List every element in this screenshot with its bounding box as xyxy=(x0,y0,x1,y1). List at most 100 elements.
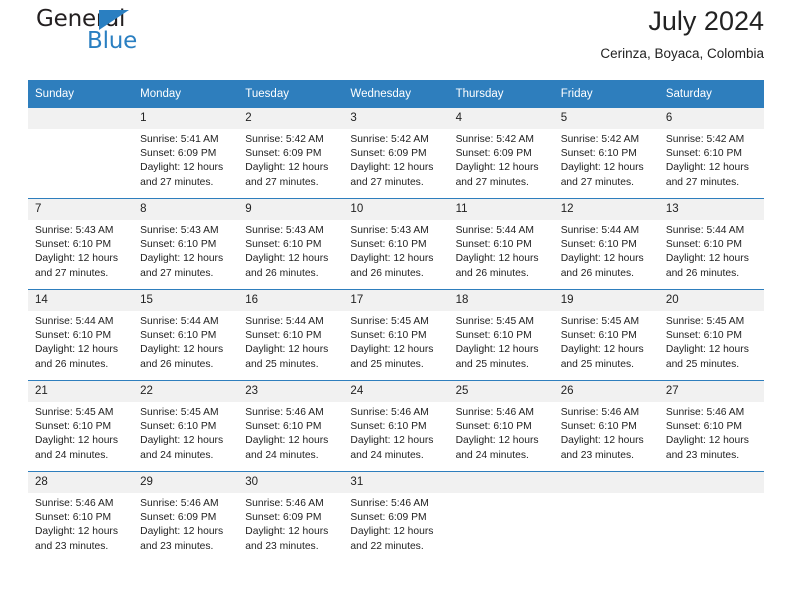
sunset-text: Sunset: 6:10 PM xyxy=(665,330,742,342)
day-number: 25 xyxy=(448,381,554,402)
day-cell[interactable]: 2 Sunrise: 5:42 AM Sunset: 6:09 PM Dayli… xyxy=(238,108,344,199)
day-cell[interactable]: 18 Sunrise: 5:45 AM Sunset: 6:10 PM Dayl… xyxy=(448,289,554,381)
day-number: 27 xyxy=(658,381,764,402)
sunset-text: Sunset: 6:10 PM xyxy=(560,421,637,433)
day-cell[interactable]: 25 Sunrise: 5:46 AM Sunset: 6:10 PM Dayl… xyxy=(448,380,554,472)
day-cell[interactable]: 11 Sunrise: 5:44 AM Sunset: 6:10 PM Dayl… xyxy=(448,198,554,290)
day-number: 1 xyxy=(133,108,239,129)
sunset-text: Sunset: 6:10 PM xyxy=(245,239,322,251)
day-number: 28 xyxy=(28,472,134,493)
daylight-text-line1: Daylight: 12 hours xyxy=(560,162,644,174)
day-cell[interactable]: 9 Sunrise: 5:43 AM Sunset: 6:10 PM Dayli… xyxy=(238,198,344,290)
day-details: Sunrise: 5:45 AM Sunset: 6:10 PM Dayligh… xyxy=(343,311,448,372)
day-cell[interactable]: 16 Sunrise: 5:44 AM Sunset: 6:10 PM Dayl… xyxy=(238,289,344,381)
day-cell[interactable]: 5 Sunrise: 5:42 AM Sunset: 6:10 PM Dayli… xyxy=(553,108,659,199)
day-number: 9 xyxy=(238,199,344,220)
day-number: 6 xyxy=(658,108,764,129)
day-cell[interactable]: 10 Sunrise: 5:43 AM Sunset: 6:10 PM Dayl… xyxy=(343,198,449,290)
day-cell[interactable]: 7 Sunrise: 5:43 AM Sunset: 6:10 PM Dayli… xyxy=(28,198,134,290)
sunset-text: Sunset: 6:09 PM xyxy=(455,148,532,160)
day-details: Sunrise: 5:46 AM Sunset: 6:09 PM Dayligh… xyxy=(343,493,448,554)
sunset-text: Sunset: 6:09 PM xyxy=(245,512,322,524)
daylight-text-line2: and 23 minutes. xyxy=(245,540,319,552)
day-details: Sunrise: 5:44 AM Sunset: 6:10 PM Dayligh… xyxy=(238,311,343,372)
sunrise-text: Sunrise: 5:45 AM xyxy=(140,407,219,418)
daylight-text-line2: and 22 minutes. xyxy=(350,540,424,552)
day-details: Sunrise: 5:44 AM Sunset: 6:10 PM Dayligh… xyxy=(659,220,764,281)
day-cell[interactable]: 28 Sunrise: 5:46 AM Sunset: 6:10 PM Dayl… xyxy=(28,471,134,562)
day-cell[interactable]: 17 Sunrise: 5:45 AM Sunset: 6:10 PM Dayl… xyxy=(343,289,449,381)
day-cell[interactable]: 27 Sunrise: 5:46 AM Sunset: 6:10 PM Dayl… xyxy=(658,380,764,472)
daylight-text-line2: and 26 minutes. xyxy=(140,358,214,370)
sunrise-text: Sunrise: 5:46 AM xyxy=(350,407,429,418)
page-title: July 2024 xyxy=(648,6,764,36)
daylight-text-line1: Daylight: 12 hours xyxy=(560,344,644,356)
sunset-text: Sunset: 6:10 PM xyxy=(350,421,427,433)
day-cell[interactable] xyxy=(28,108,134,199)
day-number xyxy=(28,108,134,129)
daylight-text-line1: Daylight: 12 hours xyxy=(665,253,749,265)
day-cell[interactable]: 26 Sunrise: 5:46 AM Sunset: 6:10 PM Dayl… xyxy=(553,380,659,472)
day-number xyxy=(553,472,659,493)
day-number xyxy=(448,472,554,493)
daylight-text-line1: Daylight: 12 hours xyxy=(350,344,434,356)
sunset-text: Sunset: 6:10 PM xyxy=(35,421,112,433)
day-cell[interactable]: 14 Sunrise: 5:44 AM Sunset: 6:10 PM Dayl… xyxy=(28,289,134,381)
day-number: 21 xyxy=(28,381,134,402)
day-number: 13 xyxy=(658,199,764,220)
sunrise-text: Sunrise: 5:42 AM xyxy=(455,134,534,145)
day-cell[interactable]: 8 Sunrise: 5:43 AM Sunset: 6:10 PM Dayli… xyxy=(133,198,239,290)
daylight-text-line1: Daylight: 12 hours xyxy=(245,435,329,447)
daylight-text-line2: and 24 minutes. xyxy=(140,449,214,461)
day-number: 20 xyxy=(658,290,764,311)
calendar-week-row: 21 Sunrise: 5:45 AM Sunset: 6:10 PM Dayl… xyxy=(28,380,764,472)
day-cell[interactable]: 24 Sunrise: 5:46 AM Sunset: 6:10 PM Dayl… xyxy=(343,380,449,472)
day-details xyxy=(554,493,659,497)
day-cell[interactable]: 3 Sunrise: 5:42 AM Sunset: 6:09 PM Dayli… xyxy=(343,108,449,199)
sunset-text: Sunset: 6:09 PM xyxy=(350,512,427,524)
day-cell[interactable]: 13 Sunrise: 5:44 AM Sunset: 6:10 PM Dayl… xyxy=(658,198,764,290)
day-number: 7 xyxy=(28,199,134,220)
day-cell[interactable]: 15 Sunrise: 5:44 AM Sunset: 6:10 PM Dayl… xyxy=(133,289,239,381)
day-details: Sunrise: 5:43 AM Sunset: 6:10 PM Dayligh… xyxy=(133,220,238,281)
day-number: 16 xyxy=(238,290,344,311)
sunrise-text: Sunrise: 5:42 AM xyxy=(350,134,429,145)
daylight-text-line2: and 27 minutes. xyxy=(140,176,214,188)
day-cell[interactable] xyxy=(448,471,554,562)
sunset-text: Sunset: 6:10 PM xyxy=(245,421,322,433)
logo-text-blue: Blue xyxy=(87,28,138,54)
day-cell[interactable]: 12 Sunrise: 5:44 AM Sunset: 6:10 PM Dayl… xyxy=(553,198,659,290)
daylight-text-line2: and 26 minutes. xyxy=(35,358,109,370)
sunrise-text: Sunrise: 5:45 AM xyxy=(350,316,429,327)
daylight-text-line1: Daylight: 12 hours xyxy=(455,162,539,174)
day-cell[interactable]: 19 Sunrise: 5:45 AM Sunset: 6:10 PM Dayl… xyxy=(553,289,659,381)
day-cell[interactable]: 4 Sunrise: 5:42 AM Sunset: 6:09 PM Dayli… xyxy=(448,108,554,199)
general-blue-logo[interactable]: General Blue xyxy=(28,4,248,60)
day-details: Sunrise: 5:41 AM Sunset: 6:09 PM Dayligh… xyxy=(133,129,238,190)
day-cell[interactable]: 31 Sunrise: 5:46 AM Sunset: 6:09 PM Dayl… xyxy=(343,471,449,562)
sunrise-text: Sunrise: 5:46 AM xyxy=(245,498,324,509)
daylight-text-line2: and 23 minutes. xyxy=(35,540,109,552)
day-cell[interactable]: 20 Sunrise: 5:45 AM Sunset: 6:10 PM Dayl… xyxy=(658,289,764,381)
daylight-text-line2: and 24 minutes. xyxy=(35,449,109,461)
sunset-text: Sunset: 6:10 PM xyxy=(35,330,112,342)
daylight-text-line1: Daylight: 12 hours xyxy=(245,526,329,538)
daylight-text-line1: Daylight: 12 hours xyxy=(665,435,749,447)
day-cell[interactable]: 6 Sunrise: 5:42 AM Sunset: 6:10 PM Dayli… xyxy=(658,108,764,199)
day-details xyxy=(659,493,764,497)
day-cell[interactable]: 22 Sunrise: 5:45 AM Sunset: 6:10 PM Dayl… xyxy=(133,380,239,472)
day-cell[interactable] xyxy=(553,471,659,562)
day-number: 3 xyxy=(343,108,449,129)
day-cell[interactable]: 21 Sunrise: 5:45 AM Sunset: 6:10 PM Dayl… xyxy=(28,380,134,472)
day-cell[interactable]: 23 Sunrise: 5:46 AM Sunset: 6:10 PM Dayl… xyxy=(238,380,344,472)
daylight-text-line2: and 26 minutes. xyxy=(560,267,634,279)
day-cell[interactable]: 1 Sunrise: 5:41 AM Sunset: 6:09 PM Dayli… xyxy=(133,108,239,199)
day-cell[interactable]: 29 Sunrise: 5:46 AM Sunset: 6:09 PM Dayl… xyxy=(133,471,239,562)
daylight-text-line1: Daylight: 12 hours xyxy=(35,435,118,447)
sunset-text: Sunset: 6:10 PM xyxy=(455,330,532,342)
day-details: Sunrise: 5:43 AM Sunset: 6:10 PM Dayligh… xyxy=(28,220,133,281)
day-number: 19 xyxy=(553,290,659,311)
day-cell[interactable]: 30 Sunrise: 5:46 AM Sunset: 6:09 PM Dayl… xyxy=(238,471,344,562)
sunrise-text: Sunrise: 5:46 AM xyxy=(245,407,324,418)
day-cell[interactable] xyxy=(658,471,764,562)
